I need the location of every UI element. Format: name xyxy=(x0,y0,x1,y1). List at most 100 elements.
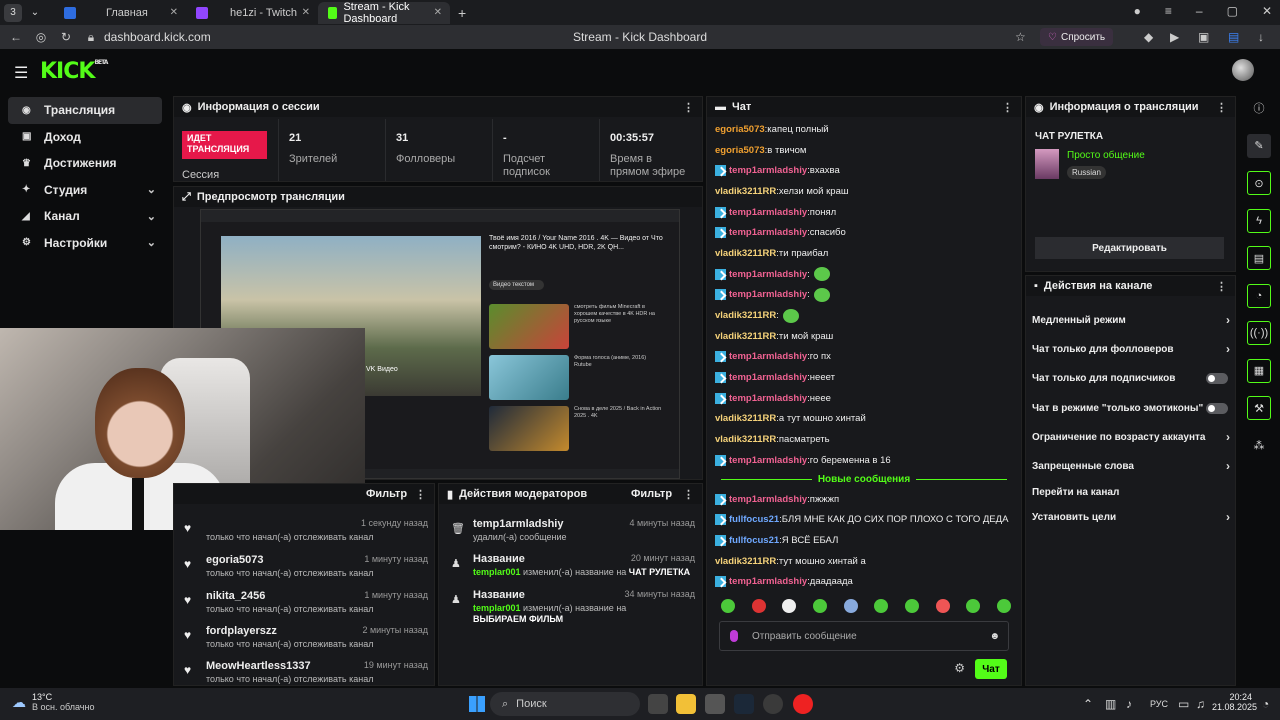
weather-widget[interactable]: ☁ 13°C В осн. облачно xyxy=(12,692,94,712)
chat-username[interactable]: fullfocus21 xyxy=(729,535,779,546)
follower-name[interactable]: egoria5073 xyxy=(206,554,263,566)
browser-tab-twitch[interactable]: he1zi - Twitch ✕ xyxy=(186,2,318,24)
chat-username[interactable]: temp1armladshiy xyxy=(729,455,807,466)
more-options-icon[interactable]: ⋮ xyxy=(1216,101,1227,114)
more-options-icon[interactable]: ⋮ xyxy=(415,488,426,501)
windows-start-icon[interactable] xyxy=(469,696,485,712)
emote-icon[interactable] xyxy=(812,599,827,613)
sidebar-item-achievements[interactable]: ♛ Достижения xyxy=(8,150,162,177)
bookmark-icon[interactable]: ☆ xyxy=(1015,30,1026,44)
app-icon[interactable] xyxy=(705,694,725,714)
chat-bubble-icon[interactable]: ◔ xyxy=(1247,283,1271,308)
channel-action-banned-words[interactable]: Запрещенные слова › xyxy=(1032,456,1232,476)
sidebar-item-settings[interactable]: ⚙ Настройки ⌄ xyxy=(8,230,162,257)
category-link[interactable]: Просто общение xyxy=(1067,150,1145,161)
chat-username[interactable]: temp1armladshiy xyxy=(729,207,807,218)
close-icon[interactable]: ✕ xyxy=(170,7,178,18)
chat-username[interactable]: vladik3211RR xyxy=(715,413,776,424)
tab-counter[interactable]: 3 xyxy=(4,3,22,22)
notification-icon[interactable]: ◔ xyxy=(1262,697,1269,711)
filter-label[interactable]: Фильтр xyxy=(366,488,407,500)
chat-username[interactable]: vladik3211RR xyxy=(715,331,776,342)
follower-name[interactable]: nikita_2456 xyxy=(206,590,265,602)
chat-input[interactable]: Отправить сообщение ☻ xyxy=(719,621,1009,651)
chat-send-button[interactable]: Чат xyxy=(975,659,1007,679)
follower-name[interactable]: MeowHeartless1337 xyxy=(206,660,311,672)
yandex-browser-icon[interactable] xyxy=(793,694,813,714)
close-window-icon[interactable]: ✕ xyxy=(1262,4,1272,18)
emote-icon[interactable] xyxy=(996,599,1011,613)
more-options-icon[interactable]: ⋮ xyxy=(683,488,694,501)
layers-icon[interactable]: ▦ xyxy=(1247,358,1271,383)
emoji-icon[interactable]: ☻ xyxy=(989,631,1000,642)
chat-username[interactable]: temp1armladshiy xyxy=(729,227,807,238)
chat-username[interactable]: fullfocus21 xyxy=(729,514,779,525)
chat-username[interactable]: temp1armladshiy xyxy=(729,494,807,505)
menu-icon[interactable]: ≡ xyxy=(1165,4,1172,18)
emote-icon[interactable] xyxy=(904,599,919,613)
chat-username[interactable]: egoria5073 xyxy=(715,124,765,135)
new-tab-button[interactable]: + xyxy=(458,5,466,21)
channel-action-followers-only[interactable]: Чат только для фолловеров › xyxy=(1032,339,1232,359)
media-icon[interactable]: ▶ xyxy=(1170,30,1179,44)
sidebar-item-studio[interactable]: ✦ Студия ⌄ xyxy=(8,177,162,204)
more-options-icon[interactable]: ⋮ xyxy=(683,101,694,114)
clock[interactable]: 20:24 21.08.2025 xyxy=(1212,692,1257,712)
keyboard-language[interactable]: РУС xyxy=(1150,699,1168,709)
chat-username[interactable]: temp1armladshiy xyxy=(729,393,807,404)
mod-action-name[interactable]: Название xyxy=(473,589,525,601)
tab-list-icon[interactable]: ⌄ xyxy=(26,4,44,22)
task-view-icon[interactable] xyxy=(648,694,668,714)
emote-icon[interactable] xyxy=(935,599,950,613)
lightning-icon[interactable]: ϟ xyxy=(1247,208,1271,233)
chat-username[interactable]: temp1armladshiy xyxy=(729,351,807,362)
clipboard-icon[interactable]: ▤ xyxy=(1247,246,1271,270)
mod-action-name[interactable]: Название xyxy=(473,553,525,565)
channel-action-set-goals[interactable]: Установить цели › xyxy=(1032,507,1232,527)
sidebar-item-income[interactable]: ▣ Доход xyxy=(8,124,162,151)
filter-label[interactable]: Фильтр xyxy=(631,488,672,500)
reload-icon[interactable]: ↻ xyxy=(57,30,75,44)
chat-username[interactable]: temp1armladshiy xyxy=(729,289,807,300)
url-field[interactable]: dashboard.kick.com xyxy=(104,30,211,44)
chat-username[interactable]: vladik3211RR xyxy=(715,434,776,445)
mod-action-name[interactable]: temp1armladshiy xyxy=(473,518,563,530)
chat-username[interactable]: temp1armladshiy xyxy=(729,576,807,587)
chat-username[interactable]: vladik3211RR xyxy=(715,186,776,197)
sidebar-item-broadcast[interactable]: ◉ Трансляция xyxy=(8,97,162,124)
broadcast-signal-icon[interactable]: ((·)) xyxy=(1247,321,1271,345)
network-icon[interactable]: ▭ xyxy=(1178,697,1189,711)
chat-username[interactable]: egoria5073 xyxy=(715,145,765,156)
translate-icon[interactable]: ▤ xyxy=(1228,30,1239,44)
shield-icon[interactable]: ◎ xyxy=(32,30,50,44)
volume-icon[interactable]: ♫ xyxy=(1196,697,1205,711)
emote-icon[interactable] xyxy=(874,599,889,613)
channel-action-age-limit[interactable]: Ограничение по возрасту аккаунта › xyxy=(1032,427,1232,447)
target-icon[interactable]: ⊙ xyxy=(1247,171,1271,195)
download-icon[interactable]: ↓ xyxy=(1258,30,1264,44)
chat-username[interactable]: vladik3211RR xyxy=(715,556,776,567)
collections-icon[interactable]: ▣ xyxy=(1198,30,1209,44)
chat-username[interactable]: temp1armladshiy xyxy=(729,165,807,176)
more-options-icon[interactable]: ⋮ xyxy=(1002,101,1013,114)
nodes-icon[interactable]: ⁂ xyxy=(1247,434,1271,458)
chat-settings-icon[interactable]: ⚙ xyxy=(954,661,965,675)
channel-action-slow-mode[interactable]: Медленный режим › xyxy=(1032,310,1232,330)
close-icon[interactable]: ✕ xyxy=(434,7,442,18)
browser-tab-kick[interactable]: Stream - Kick Dashboard ✕ xyxy=(318,1,450,25)
chat-message-list[interactable]: egoria5073: капец полный egoria5073: в тв… xyxy=(715,119,1013,589)
minimize-icon[interactable]: – xyxy=(1196,4,1203,18)
tray-chevron-icon[interactable]: ⌃ xyxy=(1083,697,1093,711)
wrench-icon[interactable]: ⚒ xyxy=(1247,396,1271,420)
kick-logo[interactable]: KICKBETA xyxy=(40,59,108,84)
taskbar-search[interactable]: ⌕ Поиск xyxy=(490,692,640,716)
sidebar-item-channel[interactable]: ◢ Канал ⌄ xyxy=(8,203,162,230)
close-icon[interactable]: ✕ xyxy=(302,7,310,18)
tray-app-icon[interactable]: ▥ xyxy=(1105,697,1116,711)
hamburger-menu-icon[interactable]: ☰ xyxy=(14,63,28,83)
emote-icon[interactable] xyxy=(751,599,766,613)
microphone-icon[interactable] xyxy=(730,630,738,642)
info-icon[interactable]: ⓘ xyxy=(1247,96,1271,120)
edit-button[interactable]: Редактировать xyxy=(1035,237,1224,259)
chat-username[interactable]: vladik3211RR xyxy=(715,248,776,259)
